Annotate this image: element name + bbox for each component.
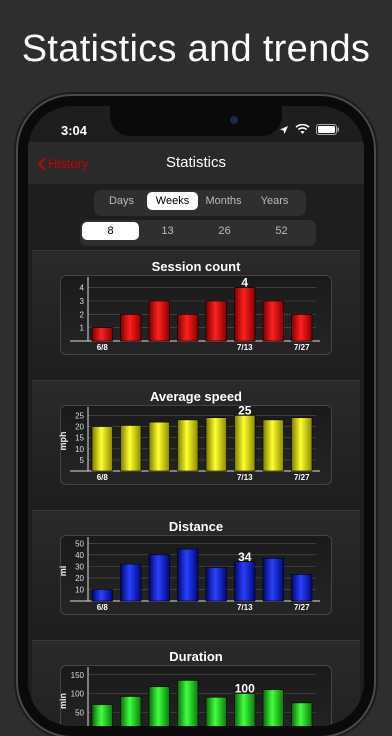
chart-svg: 10 20 30 40 50 mi 6/8 7/13 34 7/27 bbox=[58, 537, 320, 612]
y-tick-label: 3 bbox=[80, 297, 85, 306]
y-tick-label: 40 bbox=[75, 551, 84, 560]
navigation-bar: History Statistics bbox=[28, 142, 364, 184]
bar-value-label: 25 bbox=[238, 403, 252, 417]
y-tick-label: 4 bbox=[80, 284, 85, 293]
notch bbox=[110, 106, 282, 136]
tab-years[interactable]: Years bbox=[249, 192, 300, 210]
phone-frame: 3:04 History Statistics Days Weeks Months Y… bbox=[18, 96, 374, 736]
chart-bar bbox=[177, 419, 199, 472]
chart-bar bbox=[262, 419, 284, 472]
chart-bar bbox=[262, 689, 284, 726]
x-tick-label: 6/8 bbox=[97, 603, 109, 612]
tab-months[interactable]: Months bbox=[198, 192, 249, 210]
tab-days[interactable]: Days bbox=[96, 192, 147, 210]
chart-bar bbox=[120, 314, 142, 342]
page-title: Statistics bbox=[165, 154, 226, 171]
chart-bar bbox=[177, 548, 199, 602]
x-tick-label: 7/27 bbox=[294, 473, 310, 482]
y-tick-label: 150 bbox=[71, 671, 85, 680]
battery-icon bbox=[316, 124, 339, 135]
x-tick-label: 7/27 bbox=[294, 603, 310, 612]
y-tick-label: 5 bbox=[80, 456, 85, 465]
bar-value-label: 34 bbox=[238, 550, 252, 564]
y-tick-label: 20 bbox=[75, 423, 84, 432]
chart-card-4: Duration50100150min6/87/131007/27 bbox=[32, 640, 360, 726]
chart-bar bbox=[120, 696, 142, 726]
y-tick-label: 25 bbox=[75, 411, 84, 420]
location-arrow-icon bbox=[280, 125, 288, 134]
chart-bar bbox=[262, 300, 284, 342]
x-tick-label: 6/8 bbox=[97, 473, 109, 482]
chart-bar bbox=[120, 425, 142, 472]
headline: Statistics and trends bbox=[21, 28, 371, 70]
chart-svg: 1 2 3 4 6/8 7/13 4 7/27 bbox=[70, 276, 320, 352]
chart-bar bbox=[205, 300, 227, 342]
status-time: 3:04 bbox=[61, 123, 88, 138]
chart-bar bbox=[234, 287, 256, 342]
chart-svg: 50100150min6/87/131007/27 bbox=[58, 667, 316, 726]
chart-bar bbox=[291, 314, 313, 342]
y-tick-label: 100 bbox=[71, 690, 85, 699]
period-tabs: Days Weeks Months Years bbox=[94, 190, 306, 216]
chart-bar bbox=[91, 589, 113, 602]
y-tick-label: 50 bbox=[75, 708, 84, 717]
chart-bar bbox=[262, 558, 284, 602]
chart-bar bbox=[205, 696, 227, 726]
count-tabs: 8 13 26 52 bbox=[80, 220, 316, 246]
count-tab-52[interactable]: 52 bbox=[253, 222, 310, 240]
chart-card-2: Average speed 5 10 15 20 25 mph 6/8 7/13 25 7/27 bbox=[32, 380, 360, 497]
chart-bar bbox=[177, 680, 199, 726]
x-tick-label: 6/8 bbox=[97, 343, 109, 352]
chart-bar bbox=[120, 563, 142, 602]
chart-bar bbox=[205, 417, 227, 472]
y-axis-label: mph bbox=[58, 432, 68, 451]
chart-bar bbox=[205, 567, 227, 602]
y-tick-label: 15 bbox=[75, 434, 84, 443]
chart-bar bbox=[234, 415, 256, 472]
camera-icon bbox=[230, 116, 238, 124]
y-tick-label: 20 bbox=[75, 574, 84, 583]
chart-bar bbox=[148, 686, 170, 726]
y-tick-label: 2 bbox=[80, 310, 85, 319]
chart-bar bbox=[91, 327, 113, 342]
chart-svg: 5 10 15 20 25 mph 6/8 7/13 25 7/27 bbox=[58, 403, 320, 482]
y-tick-label: 10 bbox=[75, 445, 84, 454]
chart-bar bbox=[148, 300, 170, 342]
status-icons bbox=[279, 124, 340, 135]
count-tab-13[interactable]: 13 bbox=[139, 222, 196, 240]
bar-value-label: 100 bbox=[235, 682, 255, 696]
chart-bar bbox=[148, 554, 170, 602]
x-tick-label: 7/13 bbox=[237, 343, 253, 352]
chart-bar bbox=[234, 561, 256, 602]
app-screen: 3:04 History Statistics Days Weeks Months Y… bbox=[28, 106, 364, 726]
chart-bar bbox=[291, 417, 313, 472]
chart-bar bbox=[234, 693, 256, 726]
x-tick-label: 7/27 bbox=[294, 343, 310, 352]
bar-value-label: 4 bbox=[241, 276, 248, 290]
y-tick-label: 10 bbox=[75, 585, 84, 594]
y-axis-label: min bbox=[58, 693, 68, 709]
tab-weeks[interactable]: Weeks bbox=[147, 192, 198, 210]
chart-bar bbox=[91, 426, 113, 472]
y-tick-label: 1 bbox=[80, 324, 85, 333]
count-tab-8[interactable]: 8 bbox=[82, 222, 139, 240]
chart-bar bbox=[291, 702, 313, 726]
y-axis-label: mi bbox=[58, 566, 68, 577]
y-tick-label: 50 bbox=[75, 539, 84, 548]
wifi-icon bbox=[295, 124, 310, 134]
chart-bar bbox=[177, 314, 199, 342]
x-tick-label: 7/13 bbox=[237, 603, 253, 612]
y-tick-label: 30 bbox=[75, 562, 84, 571]
chart-card-3: Distance 10 20 30 40 50 mi 6/8 7/13 34 7/27 bbox=[32, 510, 360, 627]
chart-bar bbox=[148, 421, 170, 472]
count-tab-26[interactable]: 26 bbox=[196, 222, 253, 240]
chart-bar bbox=[291, 574, 313, 602]
chart-card-1: Session count 1 2 3 4 6/8 7/13 4 7/27 bbox=[32, 250, 360, 367]
chart-bar bbox=[91, 704, 113, 726]
x-tick-label: 7/13 bbox=[237, 473, 253, 482]
